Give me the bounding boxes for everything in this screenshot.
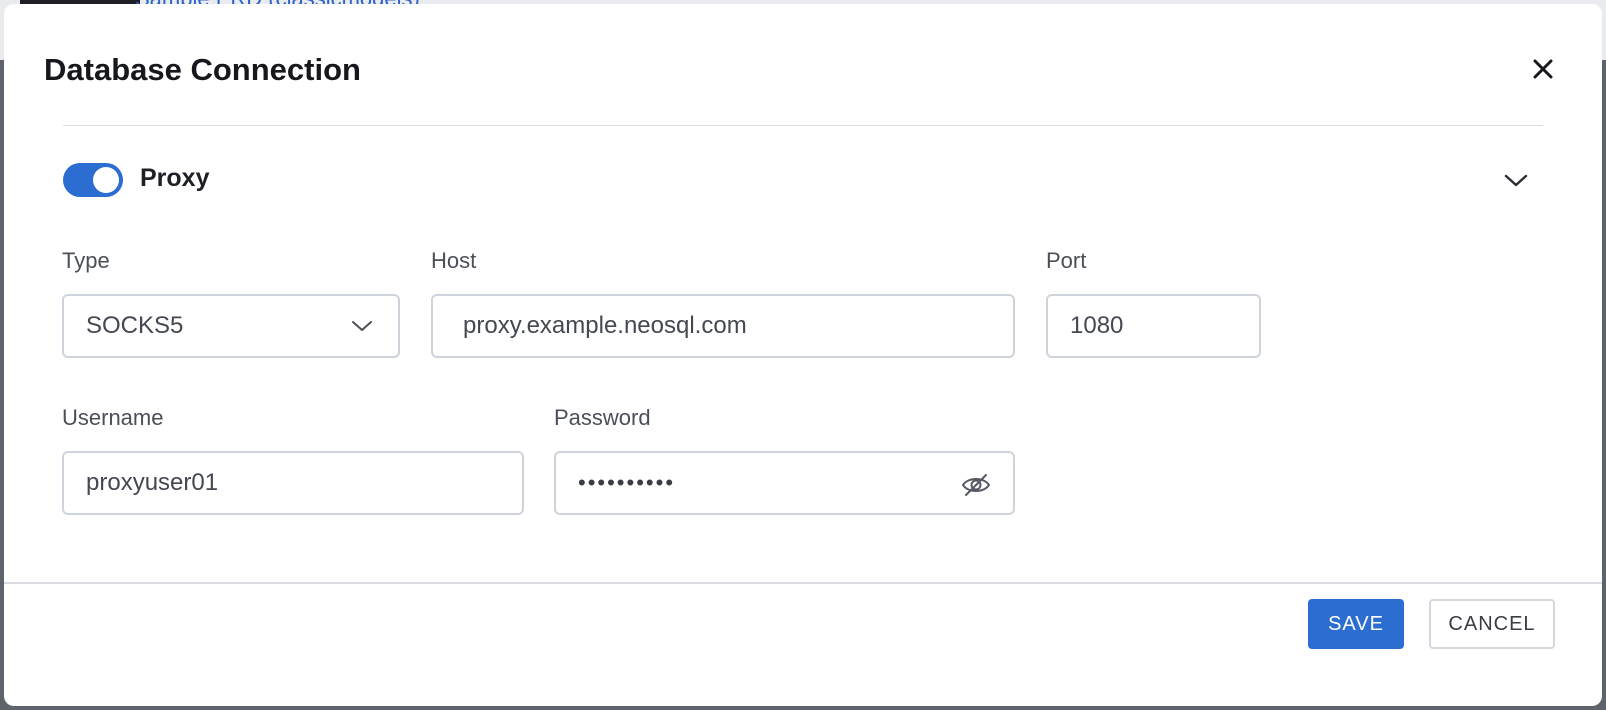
cancel-button[interactable]: CANCEL [1429, 599, 1555, 649]
port-value: 1080 [1070, 312, 1124, 339]
footer-divider [4, 582, 1602, 584]
password-input[interactable]: •••••••••• [554, 451, 1015, 515]
eye-off-icon [961, 474, 991, 496]
password-visibility-toggle[interactable] [961, 471, 991, 499]
chevron-down-icon [1504, 174, 1528, 187]
database-connection-dialog: Database Connection Proxy Type SOCKS5 Ho… [4, 4, 1602, 706]
host-input[interactable]: proxy.example.neosql.com [431, 294, 1015, 358]
username-value: proxyuser01 [86, 469, 219, 496]
save-button[interactable]: SAVE [1308, 599, 1404, 649]
username-input[interactable]: proxyuser01 [62, 451, 524, 515]
type-select[interactable]: SOCKS5 [62, 294, 400, 358]
type-label: Type [62, 248, 110, 273]
type-value: SOCKS5 [86, 312, 184, 339]
proxy-collapse-button[interactable] [1502, 168, 1530, 192]
chevron-down-icon [352, 321, 372, 331]
host-value: proxy.example.neosql.com [463, 312, 747, 339]
toggle-knob [93, 167, 119, 193]
password-label: Password [554, 405, 651, 430]
close-icon [1533, 59, 1553, 79]
close-button[interactable] [1528, 54, 1558, 84]
password-value: •••••••••• [578, 470, 676, 495]
port-label: Port [1046, 248, 1087, 273]
dialog-title: Database Connection [44, 52, 361, 87]
header-divider [63, 125, 1543, 126]
host-label: Host [431, 248, 477, 273]
username-label: Username [62, 405, 164, 430]
port-input[interactable]: 1080 [1046, 294, 1261, 358]
proxy-label: Proxy [140, 164, 210, 192]
proxy-toggle[interactable] [63, 163, 123, 197]
